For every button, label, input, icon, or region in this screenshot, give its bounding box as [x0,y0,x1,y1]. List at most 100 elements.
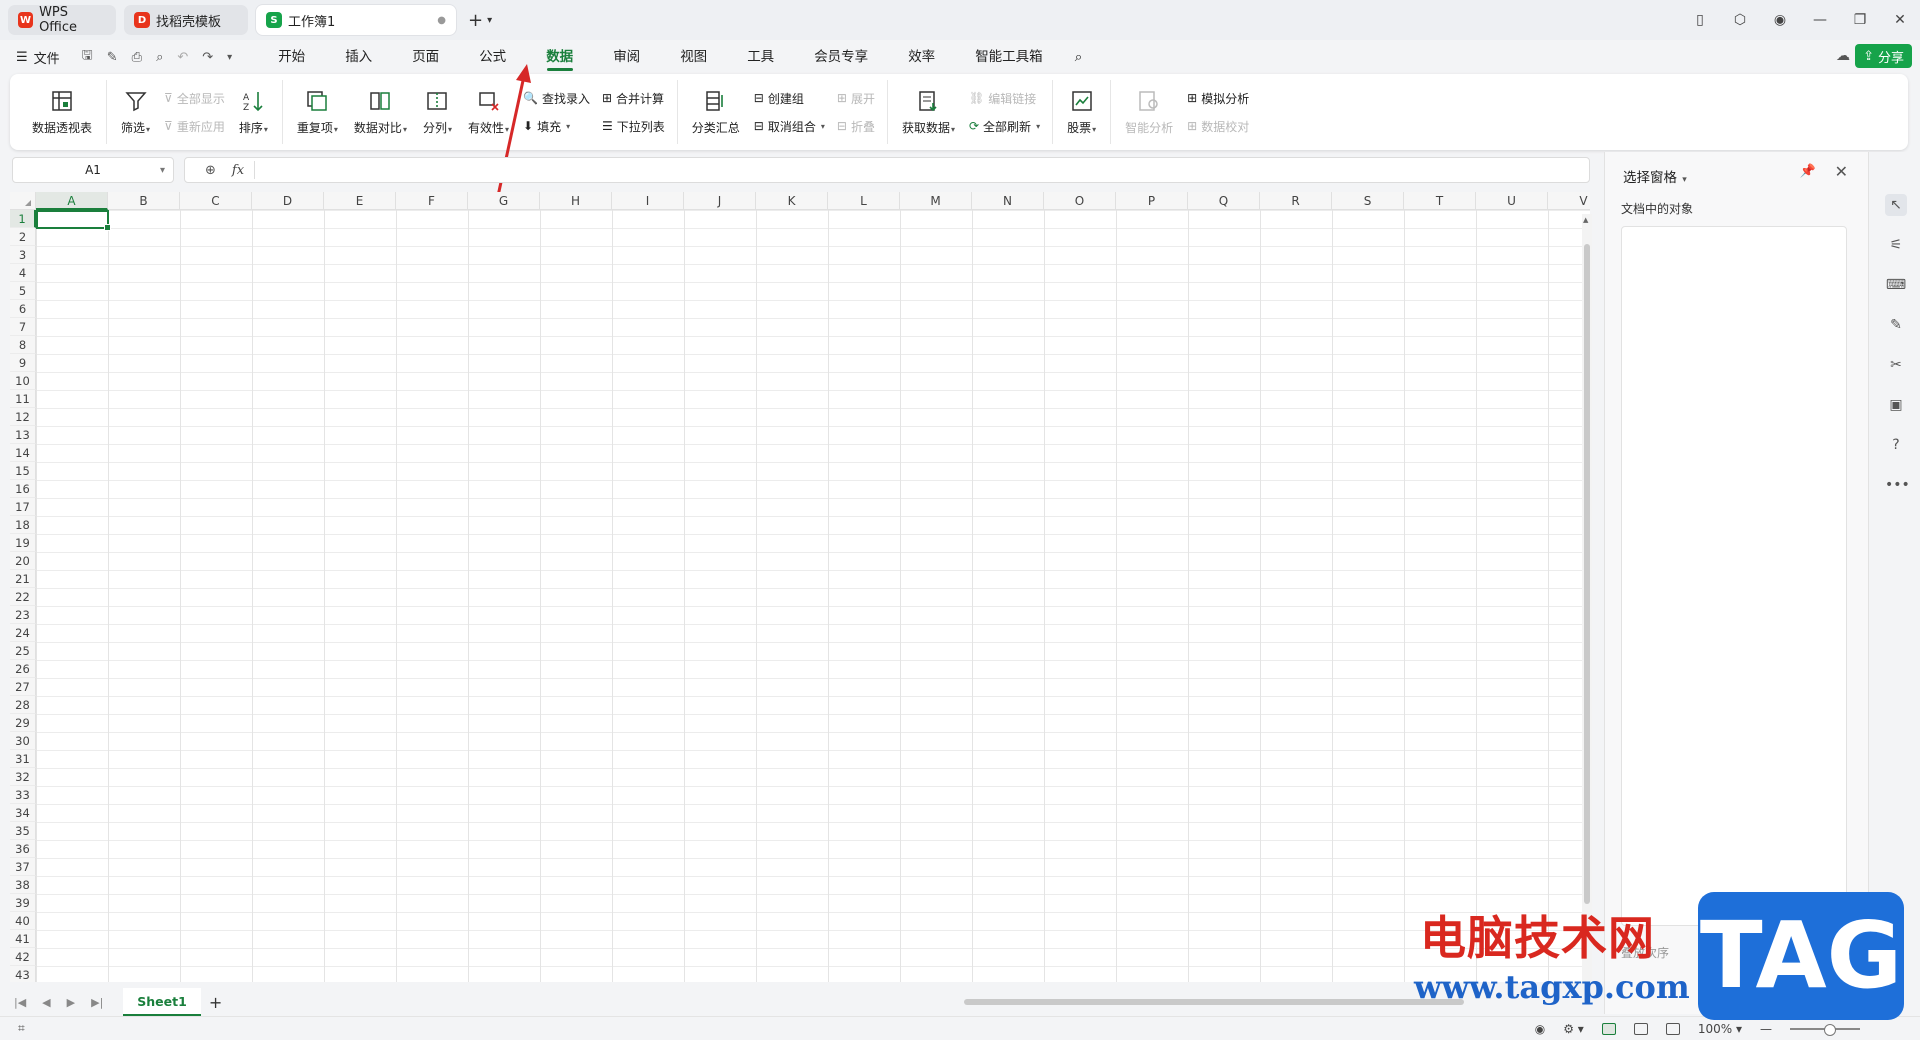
row-header-22[interactable]: 22 [10,588,36,606]
formula-input[interactable] [255,159,1589,181]
tab-wps-office[interactable]: W WPS Office [8,5,116,35]
macro-icon[interactable]: ⌗ [18,1021,25,1036]
row-header-26[interactable]: 26 [10,660,36,678]
row-header-35[interactable]: 35 [10,822,36,840]
zoom-icon[interactable]: ⊕ [205,163,216,178]
tab-modified-dot-icon[interactable]: ● [437,15,446,26]
chevron-down-icon[interactable]: ▾ [160,165,165,176]
redo-icon[interactable]: ↷ [202,50,213,65]
sort-button[interactable]: AZ 排序▾ [231,81,276,143]
tools-icon[interactable]: ✂ [1885,354,1907,376]
column-header-g[interactable]: G [468,192,540,210]
column-header-b[interactable]: B [108,192,180,210]
row-header-15[interactable]: 15 [10,462,36,480]
search-icon[interactable]: ⌕ [1063,40,1095,74]
row-header-2[interactable]: 2 [10,228,36,246]
row-header-28[interactable]: 28 [10,696,36,714]
save-icon[interactable]: 🖫 [82,46,93,68]
refresh-all-button[interactable]: ⟳ 全部刷新 ▾ [969,117,1040,135]
row-header-7[interactable]: 7 [10,318,36,336]
format-painter-icon[interactable]: ✎ [107,50,118,65]
column-header-d[interactable]: D [252,192,324,210]
column-header-p[interactable]: P [1116,192,1188,210]
more-icon[interactable]: ••• [1885,474,1910,496]
get-data-button[interactable]: 获取数据▾ [894,81,963,143]
book-icon[interactable]: ▣ [1885,394,1907,416]
print-icon[interactable]: ⎙ [132,50,142,65]
tab-member[interactable]: 会员专享 [794,40,888,74]
objects-list[interactable] [1621,226,1847,926]
restore-button[interactable]: ❐ [1840,12,1880,28]
active-cell[interactable] [36,210,111,231]
first-sheet-icon[interactable]: |◀ [14,996,26,1009]
row-header-31[interactable]: 31 [10,750,36,768]
column-header-t[interactable]: T [1404,192,1476,210]
row-header-25[interactable]: 25 [10,642,36,660]
row-header-4[interactable]: 4 [10,264,36,282]
sliders-icon[interactable]: ⚟ [1885,234,1907,256]
tab-tools[interactable]: 工具 [727,40,794,74]
tab-docer-templates[interactable]: D 找稻壳模板 [124,5,248,35]
print-preview-icon[interactable]: ⌕ [156,50,163,65]
row-header-30[interactable]: 30 [10,732,36,750]
row-header-18[interactable]: 18 [10,516,36,534]
row-header-14[interactable]: 14 [10,444,36,462]
data-check-button[interactable]: ⊞ 数据校对 [1187,117,1249,135]
row-header-39[interactable]: 39 [10,894,36,912]
add-sheet-button[interactable]: + [209,993,222,1012]
data-compare-button[interactable]: 数据对比▾ [346,81,415,143]
row-header-1[interactable]: 1 [10,210,36,228]
row-header-38[interactable]: 38 [10,876,36,894]
minimize-button[interactable]: — [1800,12,1840,28]
sheet-tab-sheet1[interactable]: Sheet1 [123,988,201,1016]
ungroup-button[interactable]: ⊟ 取消组合 ▾ [754,117,825,135]
tab-review[interactable]: 审阅 [593,40,660,74]
column-header-m[interactable]: M [900,192,972,210]
row-header-19[interactable]: 19 [10,534,36,552]
row-header-36[interactable]: 36 [10,840,36,858]
column-header-u[interactable]: U [1476,192,1548,210]
reapply-button[interactable]: ⊽ 重新应用 [164,117,225,135]
row-header-32[interactable]: 32 [10,768,36,786]
column-header-o[interactable]: O [1044,192,1116,210]
comment-icon[interactable]: ⌨ [1885,274,1907,296]
scroll-up-icon[interactable]: ▲ [1583,216,1588,224]
column-header-q[interactable]: Q [1188,192,1260,210]
image-edit-icon[interactable]: ✎ [1885,314,1907,336]
row-header-12[interactable]: 12 [10,408,36,426]
avatar[interactable]: ◉ [1760,12,1800,28]
tab-insert[interactable]: 插入 [325,40,392,74]
undo-icon[interactable]: ↶ [177,50,188,65]
row-header-40[interactable]: 40 [10,912,36,930]
tab-workbook1[interactable]: S 工作簿1 ● [256,5,456,35]
subtotal-button[interactable]: 分类汇总 [684,81,748,143]
row-header-8[interactable]: 8 [10,336,36,354]
stocks-button[interactable]: 股票▾ [1059,81,1104,143]
scroll-thumb[interactable] [1584,244,1590,904]
row-header-27[interactable]: 27 [10,678,36,696]
row-header-13[interactable]: 13 [10,426,36,444]
dropdown-list-button[interactable]: ☰ 下拉列表 [602,117,665,135]
row-header-20[interactable]: 20 [10,552,36,570]
duplicates-button[interactable]: 重复项▾ [289,81,346,143]
tab-page[interactable]: 页面 [392,40,459,74]
tab-start[interactable]: 开始 [258,40,325,74]
column-header-f[interactable]: F [396,192,468,210]
row-header-33[interactable]: 33 [10,786,36,804]
select-all-corner[interactable] [10,192,36,210]
vertical-scrollbar[interactable]: ▲ [1582,214,1592,984]
split-columns-button[interactable]: 分列▾ [415,81,460,143]
row-header-11[interactable]: 11 [10,390,36,408]
edit-links-button[interactable]: ⛓ 编辑链接 [969,89,1040,107]
column-header-r[interactable]: R [1260,192,1332,210]
row-header-5[interactable]: 5 [10,282,36,300]
pane-title[interactable]: 选择窗格 ▾ [1623,166,1687,186]
close-icon[interactable]: ✕ [1835,162,1848,181]
help-icon[interactable]: ? [1885,434,1907,456]
row-header-43[interactable]: 43 [10,966,36,982]
cell-area[interactable] [36,210,1590,982]
filter-button[interactable]: 筛选▾ [113,81,158,143]
next-sheet-icon[interactable]: ▶ [67,996,75,1009]
layout-icon[interactable]: ▯ [1680,12,1720,28]
column-header-e[interactable]: E [324,192,396,210]
